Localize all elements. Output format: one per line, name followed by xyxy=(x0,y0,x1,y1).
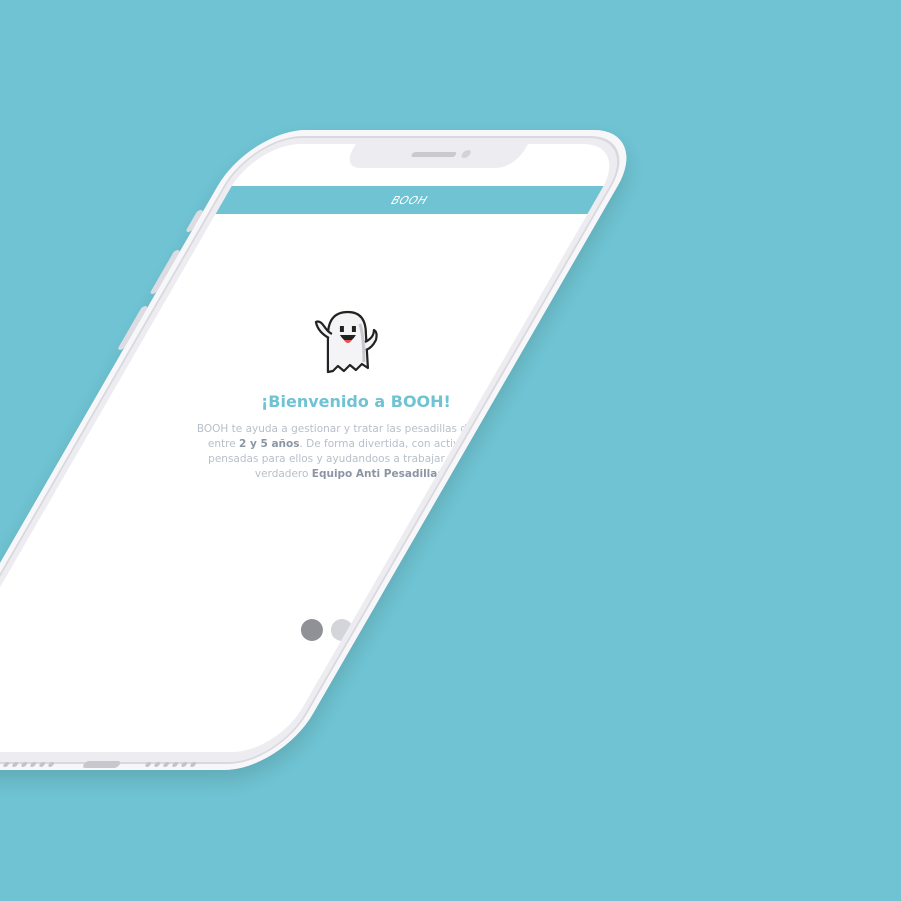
description-team-name: Equipo Anti Pesadillas xyxy=(311,468,444,480)
mute-switch xyxy=(185,210,204,232)
pager-dots xyxy=(300,619,413,641)
onboarding-content: ¡Bienvenido a BOOH! BOOH te ayuda a gest… xyxy=(197,144,628,752)
welcome-description: BOOH te ayuda a gestionar y tratar las p… xyxy=(196,422,506,482)
description-text: . xyxy=(443,468,447,480)
welcome-title: ¡Bienvenido a BOOH! xyxy=(260,392,451,411)
charging-port xyxy=(81,761,122,768)
ghost-mascot-icon xyxy=(306,302,386,382)
pager-dot[interactable] xyxy=(330,619,353,641)
home-indicator[interactable] xyxy=(373,724,492,728)
phone-frame: BOOH ¡Bienvenido a BOOH! BOOH te ayuda a… xyxy=(0,130,650,770)
description-age-range: 2 y 5 años xyxy=(239,438,300,450)
app-screen: BOOH ¡Bienvenido a BOOH! BOOH te ayuda a… xyxy=(0,144,628,752)
speaker-grill-left xyxy=(2,762,56,767)
mockup-stage: BOOH ¡Bienvenido a BOOH! BOOH te ayuda a… xyxy=(0,0,901,901)
pager-dot[interactable] xyxy=(360,619,383,641)
speaker-grill-right xyxy=(144,762,198,767)
skip-button[interactable]: SKIP xyxy=(344,654,369,666)
pager-dot[interactable] xyxy=(300,619,323,641)
pager-dot[interactable] xyxy=(390,619,413,641)
